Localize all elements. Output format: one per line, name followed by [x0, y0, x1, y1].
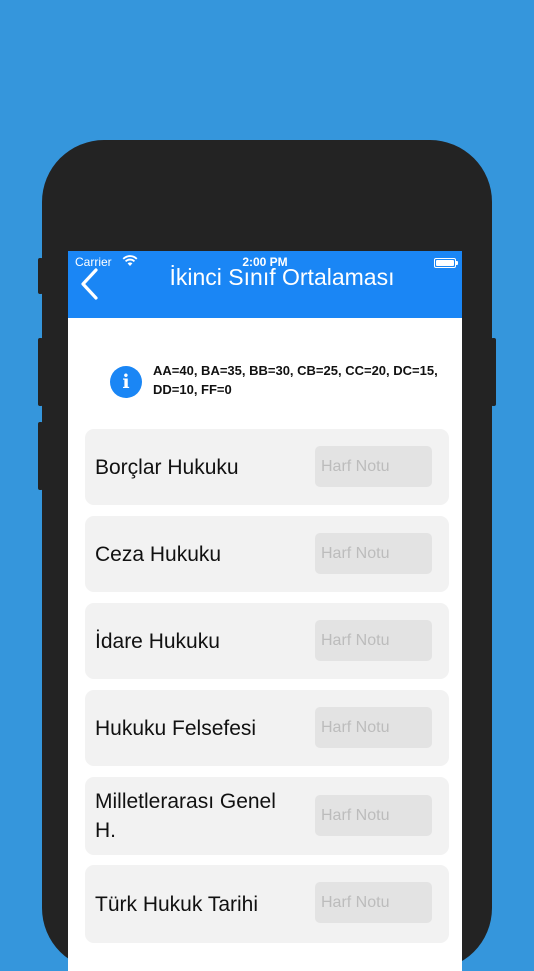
course-name: Ceza Hukuku	[95, 542, 222, 566]
grade-scale-info: i AA=40, BA=35, BB=30, CB=25, CC=20, DC=…	[110, 361, 450, 401]
course-name: İdare Hukuku	[95, 629, 220, 653]
course-row: Türk Hukuk Tarihi	[85, 865, 449, 943]
navigation-bar: Carrier 2:00 PM İkinci Sınıf Ortalaması	[68, 251, 462, 318]
course-row: Ceza Hukuku	[85, 516, 449, 592]
course-name: Hukuku Felsefesi	[95, 716, 257, 740]
letter-grade-input[interactable]	[315, 446, 432, 487]
grade-scale-text: AA=40, BA=35, BB=30, CB=25, CC=20, DC=15…	[153, 363, 438, 397]
letter-grade-input[interactable]	[315, 882, 432, 923]
course-row: Hukuku Felsefesi	[85, 690, 449, 766]
course-name: Borçlar Hukuku	[95, 455, 239, 479]
page-title: İkinci Sınıf Ortalaması	[169, 264, 395, 290]
course-name: Milletlerarası Genel H.	[95, 790, 276, 842]
letter-grade-input[interactable]	[315, 533, 432, 574]
letter-grade-input[interactable]	[315, 620, 432, 661]
info-icon: i	[110, 366, 142, 398]
letter-grade-input[interactable]	[315, 795, 432, 836]
course-row: Borçlar Hukuku	[85, 429, 449, 505]
course-row: İdare Hukuku	[85, 603, 449, 679]
course-row: Milletlerarası Genel H.	[85, 777, 449, 855]
app-screen: Carrier 2:00 PM İkinci Sınıf Ortalaması …	[68, 251, 462, 971]
course-name: Türk Hukuk Tarihi	[95, 892, 258, 916]
letter-grade-input[interactable]	[315, 707, 432, 748]
